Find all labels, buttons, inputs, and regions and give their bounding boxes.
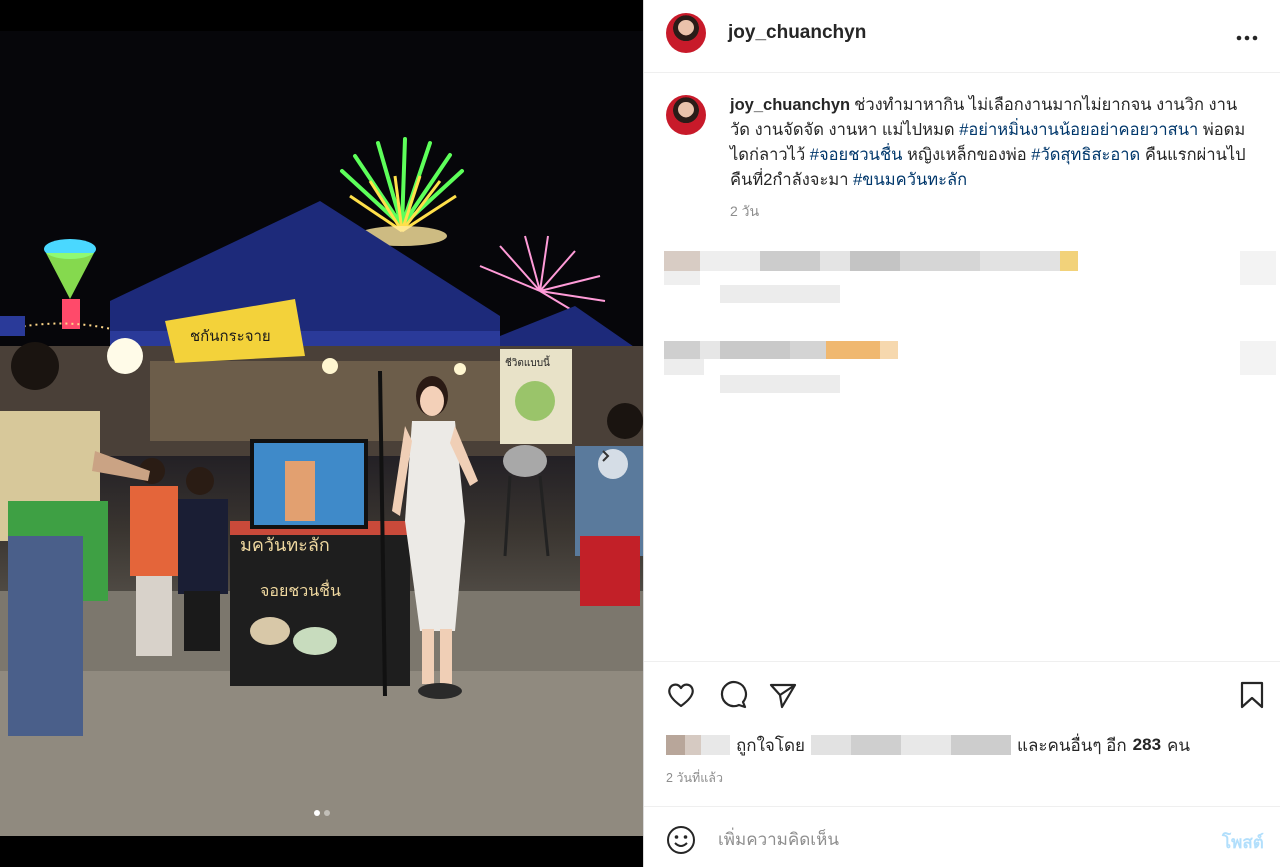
comment-input[interactable] <box>716 825 1160 855</box>
others-label: และคนอื่นๆ อีก <box>1016 735 1127 755</box>
likes-count[interactable]: 283 <box>1133 735 1161 755</box>
svg-text:มควันทะลัก: มควันทะลัก <box>240 535 330 555</box>
post-caption: joy_chuanchyn ช่วงทำมาหากิน ไม่เลือกงานมา… <box>730 93 1250 193</box>
like-button[interactable] <box>666 680 698 712</box>
bookmark-icon <box>1240 681 1264 709</box>
carousel-next-button[interactable] <box>598 449 628 479</box>
poster-sign: ชีวิตแบบนี้ <box>500 349 572 444</box>
emoji-button[interactable] <box>666 825 696 855</box>
caption-timestamp: 2 วัน <box>730 203 760 219</box>
smiley-icon <box>667 826 695 854</box>
save-button[interactable] <box>1238 680 1270 712</box>
liker-avatar-redacted <box>666 735 730 755</box>
caption-text: หญิงเหล็กของพ่อ <box>902 146 1032 164</box>
caption-avatar[interactable] <box>666 95 706 135</box>
likes-unit: คน <box>1167 735 1191 755</box>
carousel-dot <box>323 810 330 816</box>
likes-summary: ถูกใจโดย และคนอื่นๆ อีก 283 คน <box>666 734 1190 756</box>
comment-item-redacted <box>664 341 1276 396</box>
post-actions: ถูกใจโดย และคนอื่นๆ อีก 283 คน 2 วันที่แ… <box>644 661 1280 807</box>
hashtag-link[interactable]: #อย่าหมิ่นงานน้อยอย่าคอยวาสนา <box>959 121 1198 139</box>
liker-name-redacted[interactable] <box>810 735 1011 755</box>
post-dialog: ชกันกระจาย ชีวิตแบบนี้ มควันทะลัก จอยชวน… <box>0 0 1280 867</box>
carousel-dot-active <box>313 810 320 816</box>
media-panel: ชกันกระจาย ชีวิตแบบนี้ มควันทะลัก จอยชวน… <box>0 0 643 867</box>
comment-item-redacted <box>664 251 1276 306</box>
post-photo[interactable]: ชกันกระจาย ชีวิตแบบนี้ มควันทะลัก จอยชวน… <box>0 31 643 836</box>
svg-text:ชกันกระจาย: ชกันกระจาย <box>190 328 271 345</box>
more-horizontal-icon <box>1236 35 1258 41</box>
author-username[interactable]: joy_chuanchyn <box>728 22 866 44</box>
author-avatar[interactable] <box>666 13 706 53</box>
hashtag-link[interactable]: #วัดสุทธิสะอาด <box>1031 146 1140 164</box>
comment-bubble-icon <box>720 681 748 709</box>
comment-button[interactable] <box>718 680 750 712</box>
post-comment-button[interactable]: โพสต์ <box>1222 829 1264 856</box>
comments-area: joy_chuanchyn ช่วงทำมาหากิน ไม่เลือกงานมา… <box>644 73 1280 661</box>
hashtag-link[interactable]: #ขนมควันทะลัก <box>853 171 967 189</box>
more-options-button[interactable] <box>1236 24 1258 47</box>
add-comment-bar: โพสต์ <box>644 806 1280 868</box>
cooking-pot <box>503 445 550 557</box>
svg-text:จอยชวนชื่น: จอยชวนชื่น <box>260 579 341 600</box>
carousel-dots <box>0 810 643 816</box>
post-header: joy_chuanchyn <box>644 0 1280 73</box>
share-button[interactable] <box>768 680 800 712</box>
paper-plane-icon <box>769 683 797 709</box>
liked-by-label: ถูกใจโดย <box>736 735 805 755</box>
caption-username[interactable]: joy_chuanchyn <box>730 96 850 114</box>
post-side-panel: joy_chuanchyn joy_chuanchyn ช่วงทำมาหากิน… <box>643 0 1280 867</box>
post-date[interactable]: 2 วันที่แล้ว <box>666 768 723 788</box>
tv-screen <box>250 439 368 529</box>
svg-text:ชีวิตแบบนี้: ชีวิตแบบนี้ <box>505 355 551 369</box>
heart-icon <box>668 683 694 708</box>
hashtag-link[interactable]: #จอยชวนชื่น <box>810 146 903 164</box>
night-market-scene: ชกันกระจาย ชีวิตแบบนี้ มควันทะลัก จอยชวน… <box>0 31 643 836</box>
chevron-right-icon <box>602 450 610 462</box>
